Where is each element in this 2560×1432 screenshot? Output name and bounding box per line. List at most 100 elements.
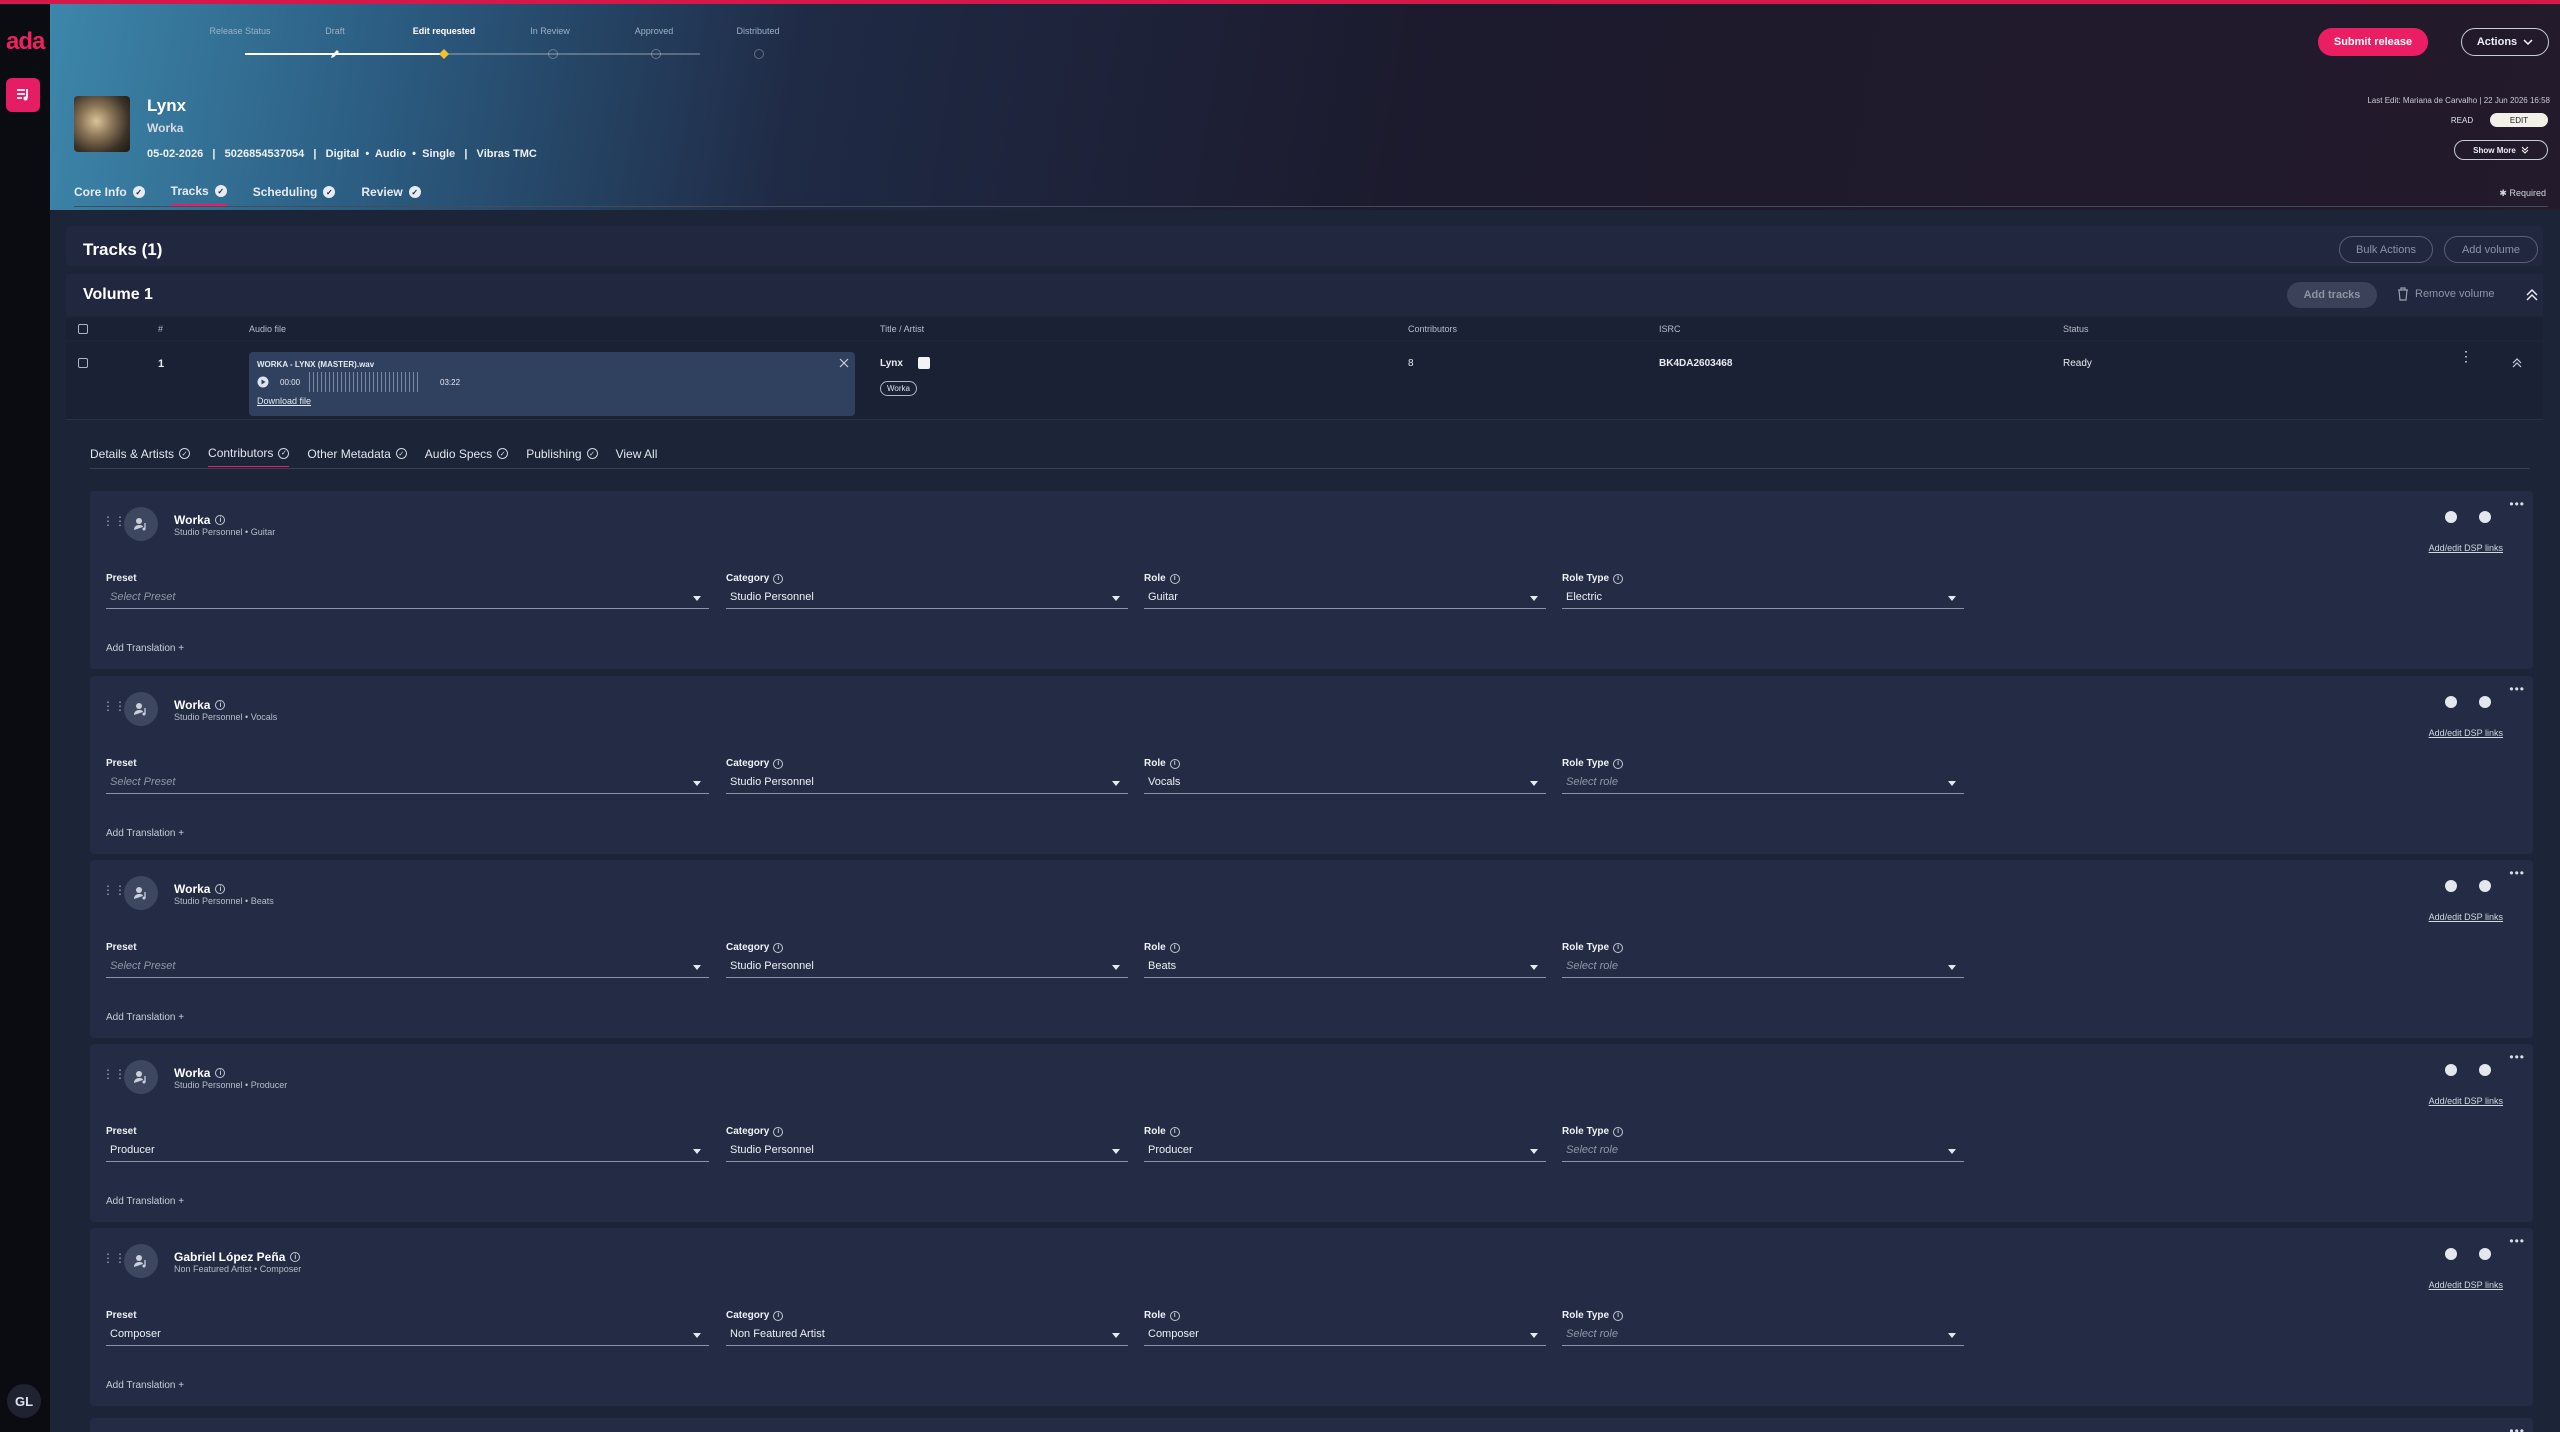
more-options-icon[interactable]: ••• [2509,682,2525,696]
audio-waveform[interactable] [309,372,419,392]
subtab-audio-specs[interactable]: Audio Specs ✓ [425,446,509,467]
info-icon[interactable]: i [773,942,784,953]
info-icon[interactable]: i [290,1252,301,1262]
info-icon[interactable]: i [1169,1126,1180,1137]
spotify-icon[interactable] [2479,511,2491,523]
info-icon[interactable]: i [773,573,784,584]
role-select[interactable]: Vocals [1144,772,1546,794]
actions-button[interactable]: Actions [2461,28,2549,56]
apple-music-icon[interactable] [2445,1248,2457,1260]
info-icon[interactable]: i [1613,1310,1624,1321]
releases-nav-button[interactable] [6,78,40,112]
more-options-icon[interactable]: ••• [2509,1424,2525,1432]
info-icon[interactable]: i [1613,1126,1624,1137]
collapse-chevron-icon[interactable] [2525,288,2539,302]
role-type-select[interactable]: Electric [1562,587,1964,609]
role-type-select[interactable]: Select role [1562,1324,1964,1346]
drag-handle-icon[interactable]: ⋮⋮ [102,1252,126,1264]
more-options-icon[interactable]: ••• [2509,866,2525,880]
subtab-publishing[interactable]: Publishing ✓ [526,446,598,467]
add-translation-button[interactable]: Add Translation + [106,643,184,654]
dsp-links-link[interactable]: Add/edit DSP links [2429,543,2503,553]
spotify-icon[interactable] [2479,1064,2491,1076]
role-type-select[interactable]: Select role [1562,1140,1964,1162]
tab-core-info[interactable]: Core Info ✓ [74,184,145,206]
add-translation-button[interactable]: Add Translation + [106,1380,184,1391]
apple-music-icon[interactable] [2445,696,2457,708]
apple-music-icon[interactable] [2445,511,2457,523]
preset-select[interactable]: Select Preset [106,956,709,978]
close-icon[interactable] [839,358,849,368]
add-volume-button[interactable]: Add volume [2444,236,2538,263]
spotify-icon[interactable] [2479,1248,2491,1260]
app-logo[interactable]: ada [6,28,45,56]
more-options-icon[interactable]: ••• [2509,497,2525,511]
category-select[interactable]: Non Featured Artist [726,1324,1128,1346]
tab-tracks[interactable]: Tracks ✓ [170,184,227,206]
subtab-other-metadata[interactable]: Other Metadata ✓ [307,446,407,467]
role-select[interactable]: Producer [1144,1140,1546,1162]
more-options-icon[interactable]: ••• [2509,1050,2525,1064]
category-select[interactable]: Studio Personnel [726,587,1128,609]
artist-tag[interactable]: Worka [880,381,917,396]
add-translation-button[interactable]: Add Translation + [106,1012,184,1023]
release-cover-art[interactable] [74,96,130,152]
tab-review[interactable]: Review ✓ [361,184,421,206]
read-edit-toggle[interactable]: READ EDIT [2434,113,2550,127]
info-icon[interactable]: i [1613,573,1624,584]
info-icon[interactable]: i [1169,1310,1180,1321]
explicit-checkbox[interactable] [918,357,930,369]
table-row[interactable]: 1 WORKA - LYNX (MASTER).wav 00:00 03:22 … [66,342,2543,420]
info-icon[interactable]: i [1613,758,1624,769]
drag-handle-icon[interactable]: ⋮⋮ [102,700,126,712]
dsp-links-link[interactable]: Add/edit DSP links [2429,1096,2503,1106]
read-mode-option[interactable]: READ [2434,116,2490,125]
role-type-select[interactable]: Select role [1562,772,1964,794]
role-select[interactable]: Guitar [1144,587,1546,609]
info-icon[interactable]: i [215,515,226,525]
tab-scheduling[interactable]: Scheduling ✓ [253,184,336,206]
info-icon[interactable]: i [1169,942,1180,953]
subtab-details-artists[interactable]: Details & Artists ✓ [90,446,191,467]
info-icon[interactable]: i [215,700,226,710]
info-icon[interactable]: i [773,1126,784,1137]
add-tracks-button[interactable]: Add tracks [2287,282,2377,308]
apple-music-icon[interactable] [2445,1064,2457,1076]
row-menu-icon[interactable]: ⋮ [2459,349,2473,363]
preset-select[interactable]: Select Preset [106,587,709,609]
info-icon[interactable]: i [773,1310,784,1321]
spotify-icon[interactable] [2479,696,2491,708]
submit-release-button[interactable]: Submit release [2318,28,2428,56]
subtab-view-all[interactable]: View All [616,446,658,467]
dsp-links-link[interactable]: Add/edit DSP links [2429,1280,2503,1290]
edit-mode-option[interactable]: EDIT [2490,113,2548,127]
add-translation-button[interactable]: Add Translation + [106,828,184,839]
drag-handle-icon[interactable]: ⋮⋮ [102,884,126,896]
download-file-link[interactable]: Download file [257,396,311,406]
collapse-row-icon[interactable] [2512,358,2522,368]
preset-select[interactable]: Composer [106,1324,709,1346]
more-options-icon[interactable]: ••• [2509,1234,2525,1248]
show-more-button[interactable]: Show More [2454,140,2548,160]
info-icon[interactable]: i [1169,573,1180,584]
category-select[interactable]: Studio Personnel [726,956,1128,978]
info-icon[interactable]: i [215,884,226,894]
category-select[interactable]: Studio Personnel [726,1140,1128,1162]
info-icon[interactable]: i [773,758,784,769]
role-select[interactable]: Composer [1144,1324,1546,1346]
subtab-contributors[interactable]: Contributors ✓ [208,446,290,467]
preset-select[interactable]: Producer [106,1140,709,1162]
apple-music-icon[interactable] [2445,880,2457,892]
role-type-select[interactable]: Select role [1562,956,1964,978]
row-checkbox[interactable] [78,358,88,368]
dsp-links-link[interactable]: Add/edit DSP links [2429,728,2503,738]
add-translation-button[interactable]: Add Translation + [106,1196,184,1207]
play-icon[interactable] [257,376,269,388]
drag-handle-icon[interactable]: ⋮⋮ [102,515,126,527]
remove-volume-button[interactable]: Remove volume [2397,287,2494,301]
bulk-actions-button[interactable]: Bulk Actions [2339,236,2433,263]
dsp-links-link[interactable]: Add/edit DSP links [2429,912,2503,922]
user-avatar[interactable]: GL [7,1384,41,1418]
category-select[interactable]: Studio Personnel [726,772,1128,794]
preset-select[interactable]: Select Preset [106,772,709,794]
